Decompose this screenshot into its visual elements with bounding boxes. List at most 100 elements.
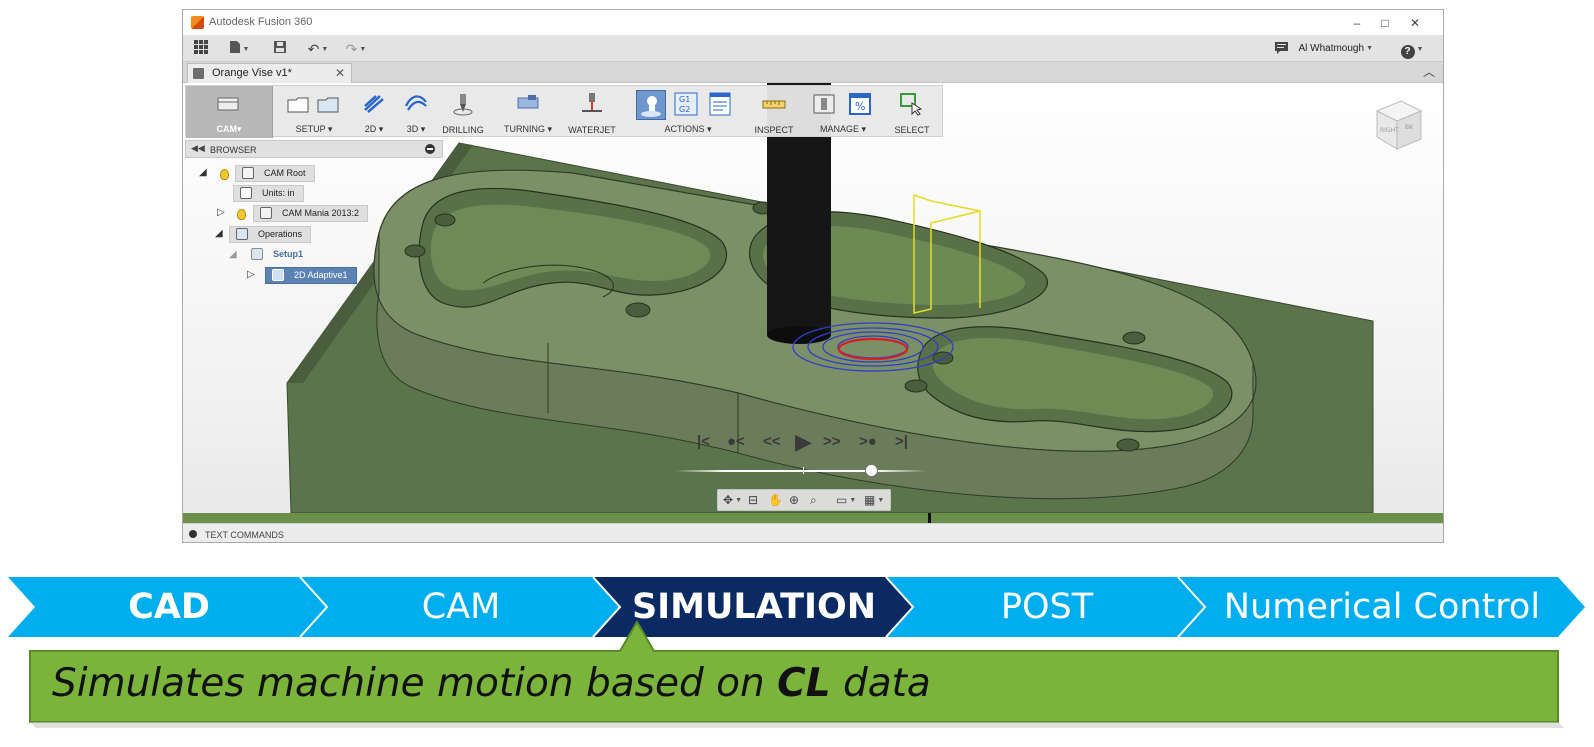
browser-panel-header[interactable]: ◀◀ BROWSER [185,140,443,158]
expand-triangle-icon[interactable]: ◢ [215,228,223,239]
setup-group[interactable]: SETUP ▾ [278,86,350,138]
drilling-group[interactable]: DRILLING [438,86,488,138]
operations-label: Operations [258,229,303,239]
tree-node-units[interactable]: Units: in [233,185,304,202]
minimize-button[interactable]: – [1343,13,1371,33]
user-menu[interactable]: Al Whatmough ▼ [1298,43,1373,54]
maximize-button[interactable]: □ [1371,13,1399,33]
waterjet-group[interactable]: WATERJET [562,86,622,138]
expand-triangle-icon[interactable]: ◢ [229,249,237,260]
go-to-start-button[interactable]: |< [697,433,710,450]
collapse-browser-icon[interactable]: ◀◀ [191,143,205,154]
setup-folder-icon [251,248,263,260]
display-settings-icon[interactable]: ▭ ▼ [836,493,856,507]
document-tab-bar: Orange Vise v1* ✕ ︿ [183,62,1443,83]
file-menu-icon[interactable]: ▼ [225,39,253,59]
2d-toolpath-icon [364,95,384,113]
slide: Autodesk Fusion 360 – □ ✕ ▼ ↶ ▼ ↷ ▼ Al Wha… [0,0,1594,747]
simulate-button[interactable] [636,90,666,120]
help-menu[interactable]: ? ▼ [1397,39,1427,59]
user-name: Al Whatmough [1298,43,1365,54]
progress-marker [928,513,931,523]
simulation-timeline-track[interactable] [675,470,927,472]
tree-node-model[interactable]: CAM Mania 2013:2 [253,205,369,222]
save-icon[interactable] [271,39,289,59]
svg-text:G2: G2 [679,105,690,114]
operations-folder-icon [236,228,248,240]
simulation-progress-bar [183,513,1443,523]
help-icon: ? [1400,45,1415,59]
grid-settings-icon[interactable]: ▦ ▼ [864,493,884,507]
notifications-icon[interactable] [1271,39,1291,59]
turning-icon [517,95,539,109]
2d-group[interactable]: 2D ▾ [354,86,394,138]
cam-workspace-icon [217,97,239,111]
inspect-group[interactable]: INSPECT [750,86,798,138]
simulate-icon [641,96,661,117]
select-label: SELECT [894,125,930,135]
go-to-end-button[interactable]: >| [895,433,908,450]
tree-node-setup1[interactable]: Setup1 [245,247,311,264]
browser-title: BROWSER [210,145,257,155]
navigation-bar: ✥ ▼ ⊟ ✋ ⊕ ⌕ ▭ ▼ ▦ ▼ [717,489,891,511]
undo-icon[interactable]: ↶ ▼ [303,39,333,59]
quick-access-toolbar: ▼ ↶ ▼ ↷ ▼ Al Whatmough ▼ ? ▼ [183,36,1443,62]
fusion-360-window: Autodesk Fusion 360 – □ ✕ ▼ ↶ ▼ ↷ ▼ Al Wha… [182,9,1444,543]
workspace-switcher[interactable]: CAM▾ [186,86,273,138]
manage-group[interactable]: % MANAGE ▾ [808,86,878,138]
chevron-up-icon[interactable]: ︿ [1423,63,1435,80]
manage-label: MANAGE ▾ [819,124,867,134]
document-tab[interactable]: Orange Vise v1* ✕ [187,63,352,83]
text-commands-toggle-icon[interactable] [189,530,197,538]
visibility-bulb-icon[interactable] [220,169,229,180]
viewcube-right-face: RIGHT [1380,127,1399,134]
tool-library-icon [813,94,835,114]
collapsed-triangle-icon[interactable]: ▷ [247,269,255,280]
title-bar: Autodesk Fusion 360 – □ ✕ [183,10,1443,36]
browser-minimize-icon[interactable] [425,144,435,154]
waterjet-icon [582,93,602,112]
canvas-viewport[interactable]: CAM▾ SETUP ▾ 2D ▾ 3D ▾ DRILLING TURNING … [183,83,1443,513]
actions-group[interactable]: G1 G2 ACTIONS ▾ [632,86,744,138]
redo-icon[interactable]: ↷ ▼ [341,39,371,59]
callout-prefix: Simulates machine motion based on [52,661,778,706]
text-commands-bar[interactable]: TEXT COMMANDS [183,523,1443,542]
viewcube-back-face: BK [1405,124,1414,131]
text-commands-label: TEXT COMMANDS [205,530,284,540]
document-tab-close-button[interactable]: ✕ [335,66,345,80]
select-group[interactable]: SELECT [886,86,938,138]
document-settings-icon [240,187,252,199]
close-button[interactable]: ✕ [1401,13,1429,33]
select-cursor-icon [900,93,923,116]
collapsed-triangle-icon[interactable]: ▷ [217,207,225,218]
cam-toolbar: CAM▾ SETUP ▾ 2D ▾ 3D ▾ DRILLING TURNING … [185,85,943,138]
setup1-label: Setup1 [273,249,304,259]
callout-suffix: data [830,661,931,706]
tree-node-operations[interactable]: Operations [229,226,312,243]
step-back-button[interactable]: << [763,433,781,450]
step-forward-button[interactable]: >> [823,433,841,450]
setup-label: SETUP ▾ [295,124,333,134]
expand-triangle-icon[interactable]: ◢ [199,167,207,178]
play-button[interactable]: ▶ [795,429,812,455]
next-operation-button[interactable]: >● [859,433,877,450]
orbit-icon[interactable]: ✥ ▼ [723,493,742,507]
adaptive-toolpath-icon [272,269,284,281]
fit-window-icon[interactable]: ⌕ [810,493,817,508]
data-panel-grid-icon[interactable] [191,39,211,59]
model-label: CAM Mania 2013:2 [282,208,360,218]
3d-label: 3D ▾ [406,124,426,134]
tree-node-cam-root[interactable]: CAM Root [235,165,315,182]
visibility-bulb-icon[interactable] [237,209,246,220]
viewcube[interactable]: RIGHT BK [1371,97,1425,157]
zoom-icon[interactable]: ⊕ [789,493,799,507]
tree-node-2d-adaptive1[interactable]: 2D Adaptive1 [265,267,357,284]
simulation-timeline-thumb[interactable] [864,464,878,477]
turning-group[interactable]: TURNING ▾ [498,86,558,138]
cam-root-label: CAM Root [264,168,306,178]
pan-hand-icon[interactable]: ✋ [768,493,783,507]
3d-group[interactable]: 3D ▾ [396,86,436,138]
look-at-icon[interactable]: ⊟ [748,493,758,507]
previous-operation-button[interactable]: ●< [727,433,745,450]
window-title: Autodesk Fusion 360 [209,16,313,28]
